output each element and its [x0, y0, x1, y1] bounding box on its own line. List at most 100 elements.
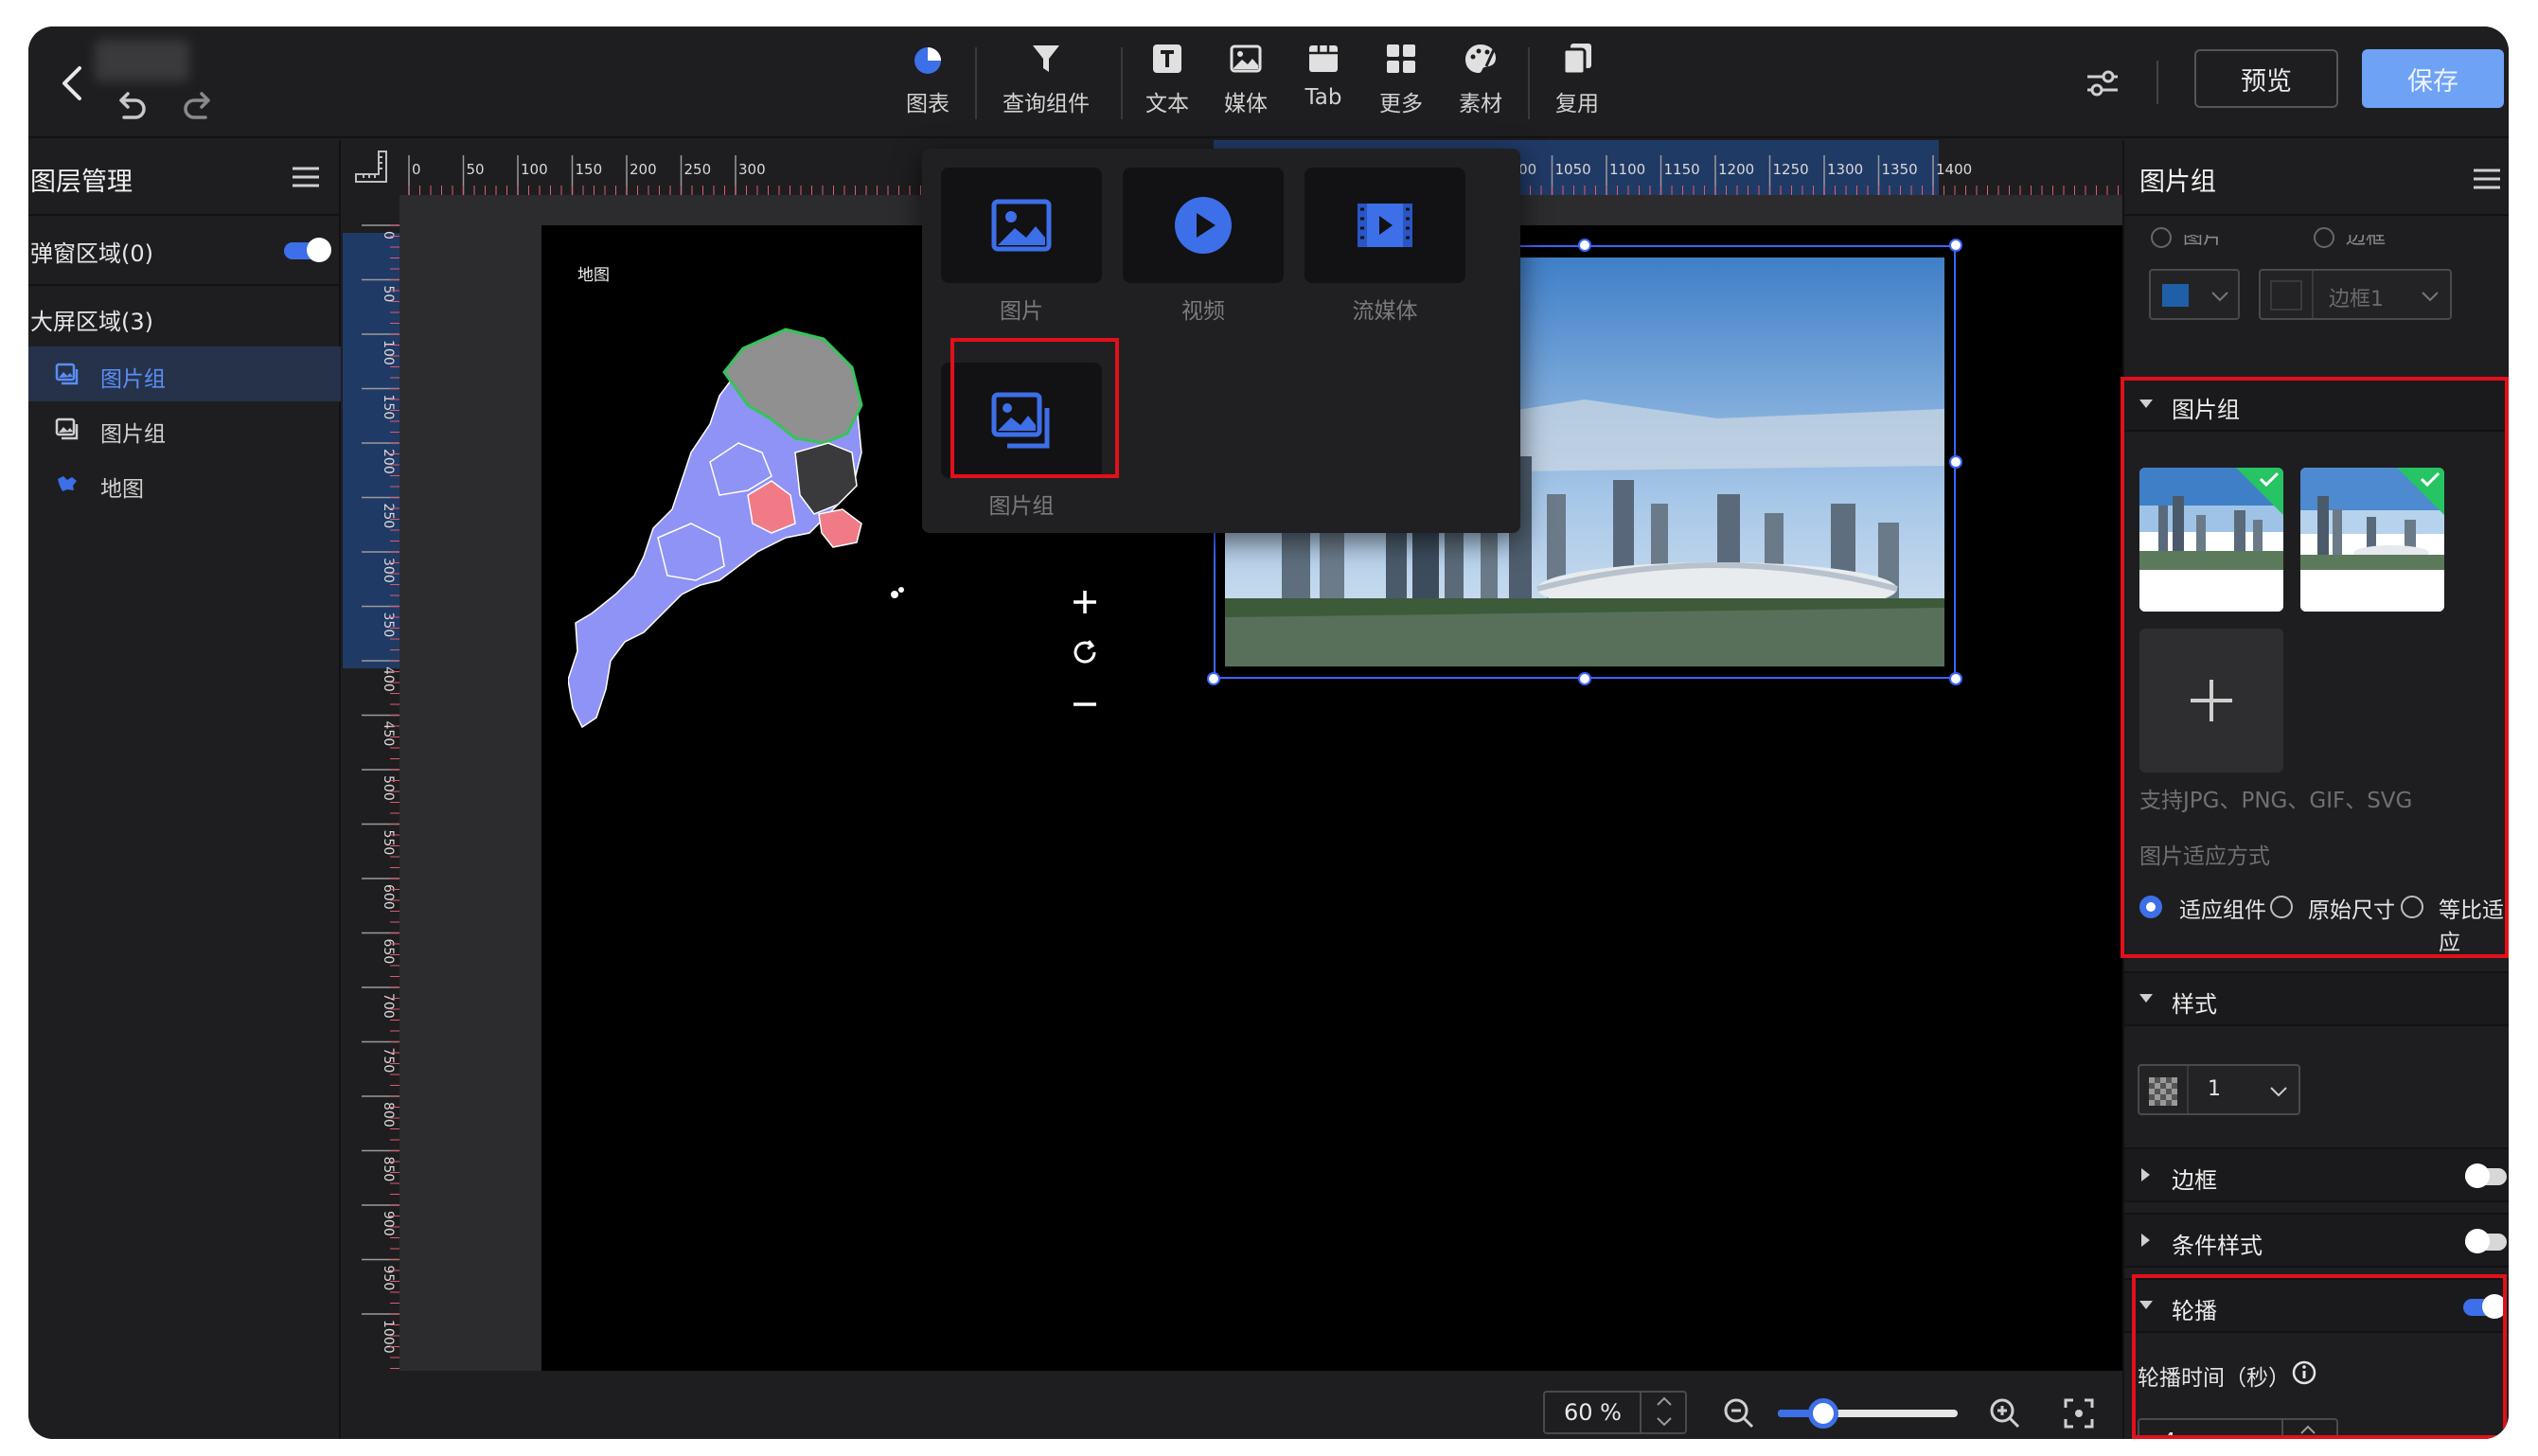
border-select-value: 边框1: [2329, 288, 2384, 311]
popup-area-toggle[interactable]: [284, 238, 331, 262]
map-zoom-in-icon[interactable]: [1068, 585, 1102, 619]
media-item-stream[interactable]: [1304, 168, 1465, 283]
section-style[interactable]: 样式: [2124, 971, 2509, 1026]
layer-panel: 图层管理 弹窗区域(0) 大屏区域(3) 图片组 图片组 地图: [28, 140, 341, 1439]
ruler-tick-label: 1250: [1773, 161, 1809, 178]
properties-header: 图片组: [2124, 140, 2509, 216]
ruler-tick-label: 500: [381, 775, 396, 801]
preview-button[interactable]: 预览: [2194, 49, 2338, 108]
tool-tab-label: Tab: [1304, 85, 1342, 110]
layer-panel-title: 图层管理: [30, 168, 133, 197]
copy-icon: [1562, 44, 1591, 76]
ruler-tick-label: 1300: [1827, 161, 1863, 178]
checkerboard-icon: [2149, 1077, 2177, 1106]
section-border[interactable]: 边框: [2124, 1147, 2509, 1202]
border-toggle[interactable]: [2465, 1163, 2507, 1188]
map-icon: [58, 476, 77, 491]
layer-item-label: 图片组: [100, 367, 166, 392]
border-preview: [2270, 280, 2302, 311]
ruler-tick-label: 250: [381, 504, 396, 529]
popup-area-label: 弹窗区域(0): [30, 240, 153, 267]
fit-screen-icon[interactable]: [2060, 1394, 2098, 1432]
border-style-select[interactable]: 边框1: [2259, 269, 2452, 320]
chevron-down-icon: [2270, 1087, 2287, 1097]
caret-right-icon: [2141, 1234, 2150, 1247]
redo-icon[interactable]: [177, 83, 221, 127]
zoom-stepper[interactable]: [1640, 1391, 1687, 1434]
chevron-up-icon[interactable]: [1655, 1394, 1674, 1408]
ruler-tick-label: 900: [381, 1211, 396, 1236]
video-play-icon: [1175, 197, 1232, 254]
ruler-tick-label: 0: [381, 231, 396, 240]
palette-icon: [1465, 44, 1498, 73]
menu-icon[interactable]: [2471, 165, 2503, 193]
media-item-image[interactable]: [941, 168, 1102, 283]
ruler-tick-label: 750: [381, 1048, 396, 1074]
ruler-tick-label: 850: [381, 1157, 396, 1182]
tool-media[interactable]: 媒体: [1208, 40, 1284, 131]
ruler-tick-label: 300: [381, 558, 396, 583]
ruler-tick-label: 600: [381, 884, 396, 910]
radio-image-partial[interactable]: [2151, 227, 2172, 248]
ruler-tick-label: 100: [381, 340, 396, 365]
media-icon: [1230, 44, 1262, 73]
media-item-image-label: 图片: [1000, 299, 1043, 324]
zoom-slider-handle[interactable]: [1808, 1398, 1838, 1429]
top-toolbar: 图表 查询组件 文本 媒体 Tab 更多 素材 复用 预览 保存: [28, 27, 2509, 138]
section-conditional-style[interactable]: 条件样式: [2124, 1213, 2509, 1268]
chevron-down-icon[interactable]: [1655, 1415, 1674, 1429]
ruler-tick-label: 200: [630, 161, 657, 178]
undo-icon[interactable]: [109, 83, 152, 127]
layer-item-image-group-2[interactable]: 图片组: [28, 401, 341, 456]
map-reset-icon[interactable]: [1068, 635, 1102, 669]
ruler-tick-label: 0: [412, 161, 421, 178]
color-picker[interactable]: [2149, 269, 2240, 320]
resize-handle[interactable]: [1949, 672, 1962, 685]
resize-handle[interactable]: [1949, 239, 1962, 252]
settings-sliders-icon[interactable]: [2080, 61, 2125, 106]
layer-item-image-group-1[interactable]: 图片组: [28, 346, 341, 401]
tool-material-label: 素材: [1459, 92, 1502, 116]
menu-icon[interactable]: [290, 163, 322, 191]
tool-tab[interactable]: Tab: [1286, 40, 1361, 131]
highlight-image-group-section: [2121, 377, 2509, 958]
map-zoom-out-icon[interactable]: [1068, 687, 1102, 721]
tool-chart-label: 图表: [906, 92, 950, 116]
zoom-out-icon[interactable]: [1720, 1394, 1758, 1432]
ruler-tick-label: 100: [521, 161, 548, 178]
ruler-corner: [343, 140, 399, 195]
ruler-tick-label: 950: [381, 1266, 396, 1291]
zoom-value: 60 %: [1564, 1399, 1622, 1426]
ruler-tick-label: 50: [467, 161, 485, 178]
ruler-tick-label: 150: [381, 395, 396, 420]
radio-border-partial[interactable]: [2314, 227, 2334, 248]
tool-chart[interactable]: 图表: [890, 40, 966, 131]
resize-handle[interactable]: [1578, 672, 1591, 685]
ruler-corner-icon[interactable]: [350, 146, 392, 187]
ruler-tick-label: 1350: [1882, 161, 1918, 178]
conditional-style-toggle[interactable]: [2465, 1229, 2507, 1253]
style-select-value: 1: [2208, 1077, 2221, 1101]
screen-area-row[interactable]: 大屏区域(3): [28, 284, 341, 350]
app-window: 图表 查询组件 文本 媒体 Tab 更多 素材 复用 预览 保存 图层管理 弹窗…: [28, 27, 2509, 1439]
back-icon[interactable]: [45, 55, 102, 112]
image-group-icon: [55, 417, 79, 440]
ruler-tick-label: 1050: [1555, 161, 1591, 178]
resize-handle[interactable]: [1207, 672, 1220, 685]
tool-text[interactable]: 文本: [1129, 40, 1205, 131]
tool-separator: [1528, 47, 1530, 119]
style-select[interactable]: 1: [2138, 1064, 2300, 1115]
ruler-tick-label: 1150: [1664, 161, 1700, 178]
media-item-video[interactable]: [1123, 168, 1284, 283]
layer-item-map[interactable]: 地图: [28, 456, 341, 511]
tool-material[interactable]: 素材: [1443, 40, 1518, 131]
grid-icon: [1387, 44, 1415, 73]
zoom-in-icon[interactable]: [1986, 1394, 2024, 1432]
resize-handle[interactable]: [1578, 239, 1591, 252]
resize-handle[interactable]: [1949, 455, 1962, 469]
tool-query[interactable]: 查询组件: [975, 40, 1117, 131]
tool-reuse[interactable]: 复用: [1539, 40, 1615, 131]
tool-more[interactable]: 更多: [1363, 40, 1439, 131]
chart-pie-icon: [914, 47, 941, 74]
save-button[interactable]: 保存: [2362, 49, 2504, 108]
